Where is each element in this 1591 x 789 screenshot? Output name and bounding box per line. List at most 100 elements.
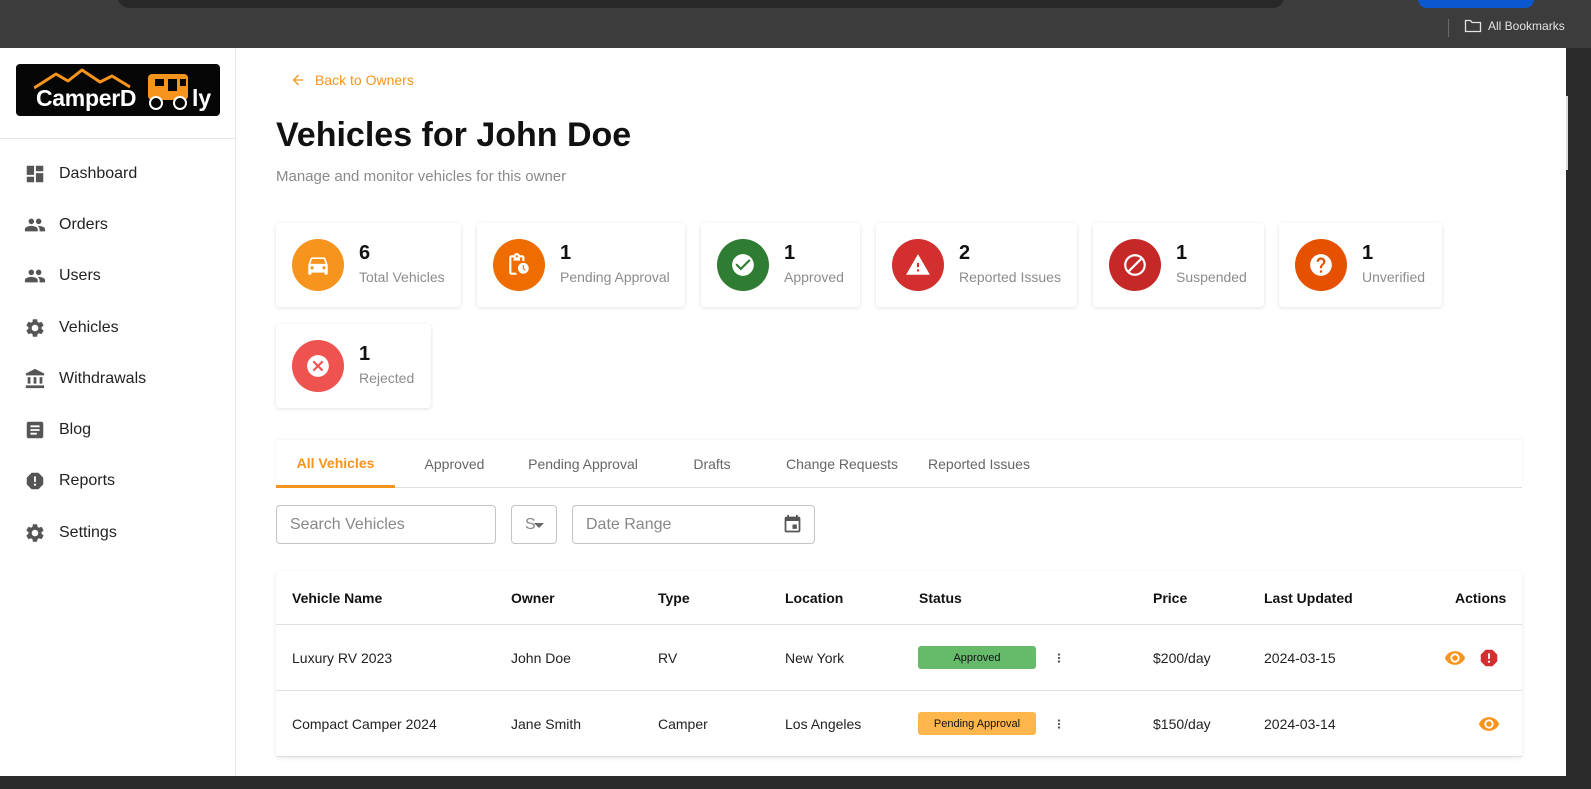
tab-drafts[interactable]: Drafts bbox=[652, 440, 772, 488]
tab-pending-approval[interactable]: Pending Approval bbox=[514, 440, 652, 488]
view-icon[interactable] bbox=[1444, 625, 1466, 690]
sidebar-item-label: Blog bbox=[59, 421, 92, 439]
vehicle-tabs: All Vehicles Approved Pending Approval D… bbox=[276, 440, 1522, 488]
sidebar-item-label: Orders bbox=[59, 215, 108, 233]
stat-card-total-vehicles[interactable]: 6 Total Vehicles bbox=[276, 223, 461, 307]
date-range-field bbox=[572, 505, 815, 544]
column-header-vehicle-name[interactable]: Vehicle Name bbox=[292, 571, 382, 624]
stat-value: 6 bbox=[359, 242, 371, 264]
help-icon bbox=[1295, 239, 1347, 291]
stat-card-pending-approval[interactable]: 1 Pending Approval bbox=[477, 223, 685, 307]
stat-value: 1 bbox=[1176, 242, 1188, 264]
vehicles-table: Vehicle Name Owner Type Location Status … bbox=[276, 571, 1522, 757]
clipboard-clock-icon bbox=[493, 239, 545, 291]
warning-icon bbox=[892, 239, 944, 291]
stat-label: Rejected bbox=[359, 370, 415, 386]
sidebar-item-reports[interactable]: Reports bbox=[0, 456, 235, 507]
search-input[interactable] bbox=[290, 515, 495, 534]
sidebar-item-settings[interactable]: Settings bbox=[0, 507, 235, 558]
date-range-input[interactable] bbox=[586, 515, 814, 534]
cell-type: RV bbox=[658, 649, 678, 666]
tab-reported-issues[interactable]: Reported Issues bbox=[912, 440, 1046, 488]
column-header-last-updated[interactable]: Last Updated bbox=[1264, 571, 1353, 624]
address-bar[interactable] bbox=[118, 0, 1284, 8]
gear-icon bbox=[24, 522, 46, 544]
cell-type: Camper bbox=[658, 715, 708, 732]
sidebar-item-dashboard[interactable]: Dashboard bbox=[0, 148, 235, 199]
more-options-icon[interactable] bbox=[1052, 625, 1066, 690]
table-row[interactable]: Luxury RV 2023 John Doe RV New York Appr… bbox=[276, 625, 1522, 691]
browser-profile-button[interactable] bbox=[1418, 0, 1534, 8]
sidebar-nav: Dashboard Orders Users Vehicles Withdraw… bbox=[0, 139, 235, 558]
report-issue-icon[interactable] bbox=[1478, 625, 1500, 690]
column-header-status[interactable]: Status bbox=[919, 571, 962, 624]
sidebar-item-orders[interactable]: Orders bbox=[0, 199, 235, 250]
tab-approved[interactable]: Approved bbox=[395, 440, 514, 488]
stat-card-rejected[interactable]: 1 Rejected bbox=[276, 324, 431, 408]
more-options-icon[interactable] bbox=[1052, 691, 1066, 756]
window-bottom-edge bbox=[0, 776, 1566, 789]
sidebar-item-label: Vehicles bbox=[59, 318, 119, 336]
browser-toolbar: All Bookmarks bbox=[0, 0, 1591, 48]
cell-owner: John Doe bbox=[511, 649, 571, 666]
stat-label: Pending Approval bbox=[560, 269, 670, 285]
logo-container: CamperD ly bbox=[0, 48, 235, 139]
stat-card-reported-issues[interactable]: 2 Reported Issues bbox=[876, 223, 1077, 307]
stat-card-suspended[interactable]: 1 Suspended bbox=[1093, 223, 1264, 307]
report-icon bbox=[24, 470, 46, 492]
logo-text-tail: ly bbox=[192, 85, 212, 111]
stat-label: Suspended bbox=[1176, 269, 1247, 285]
page-title: Vehicles for John Doe bbox=[276, 116, 632, 154]
stat-value: 1 bbox=[359, 343, 371, 365]
page-subtitle: Manage and monitor vehicles for this own… bbox=[276, 168, 567, 185]
sidebar-item-withdrawals[interactable]: Withdrawals bbox=[0, 353, 235, 404]
column-header-location[interactable]: Location bbox=[785, 571, 843, 624]
scrollbar-thumb[interactable] bbox=[1566, 96, 1568, 170]
back-to-owners-link[interactable]: Back to Owners bbox=[290, 72, 414, 88]
car-icon bbox=[292, 239, 344, 291]
tab-all-vehicles[interactable]: All Vehicles bbox=[276, 440, 395, 488]
logo-text: CamperD bbox=[36, 85, 137, 111]
stat-label: Reported Issues bbox=[959, 269, 1061, 285]
cell-location: New York bbox=[785, 649, 845, 666]
block-icon bbox=[1109, 239, 1161, 291]
gear-icon bbox=[24, 317, 46, 339]
status-badge: Approved bbox=[918, 646, 1036, 669]
column-header-owner[interactable]: Owner bbox=[511, 571, 555, 624]
stat-card-unverified[interactable]: 1 Unverified bbox=[1279, 223, 1442, 307]
stat-value: 1 bbox=[1362, 242, 1374, 264]
sidebar-item-label: Users bbox=[59, 267, 101, 285]
tab-change-requests[interactable]: Change Requests bbox=[772, 440, 912, 488]
table-header: Vehicle Name Owner Type Location Status … bbox=[276, 571, 1522, 625]
stat-label: Total Vehicles bbox=[359, 269, 445, 285]
sidebar-item-users[interactable]: Users bbox=[0, 251, 235, 302]
cell-last-updated: 2024-03-15 bbox=[1264, 649, 1336, 666]
sidebar-item-label: Settings bbox=[59, 523, 117, 541]
table-row[interactable]: Compact Camper 2024 Jane Smith Camper Lo… bbox=[276, 691, 1522, 757]
stat-value: 2 bbox=[959, 242, 971, 264]
all-bookmarks-button[interactable]: All Bookmarks bbox=[1464, 18, 1565, 34]
article-icon bbox=[24, 419, 46, 441]
column-header-price[interactable]: Price bbox=[1153, 571, 1187, 624]
sidebar: CamperD ly Dashboard Orders Users Vehicl… bbox=[0, 48, 236, 776]
sidebar-item-blog[interactable]: Blog bbox=[0, 404, 235, 455]
sidebar-item-label: Dashboard bbox=[59, 164, 138, 182]
window-scrollbar-track bbox=[1566, 48, 1591, 789]
check-circle-icon bbox=[717, 239, 769, 291]
camperdoly-logo[interactable]: CamperD ly bbox=[16, 64, 220, 116]
column-header-actions: Actions bbox=[1455, 589, 1507, 606]
calendar-icon[interactable] bbox=[782, 514, 803, 535]
sidebar-item-vehicles[interactable]: Vehicles bbox=[0, 302, 235, 353]
view-icon[interactable] bbox=[1478, 691, 1500, 756]
sidebar-item-label: Withdrawals bbox=[59, 369, 147, 387]
sidebar-item-label: Reports bbox=[59, 472, 116, 490]
stat-card-approved[interactable]: 1 Approved bbox=[701, 223, 860, 307]
toolbar-divider bbox=[1448, 19, 1449, 37]
stat-label: Approved bbox=[784, 269, 844, 285]
people-icon bbox=[24, 214, 46, 236]
status-select[interactable]: S bbox=[511, 505, 557, 544]
main-content: Back to Owners Vehicles for John Doe Man… bbox=[236, 48, 1566, 776]
stat-value: 1 bbox=[560, 242, 572, 264]
cell-vehicle-name: Luxury RV 2023 bbox=[292, 649, 393, 666]
column-header-type[interactable]: Type bbox=[658, 571, 690, 624]
